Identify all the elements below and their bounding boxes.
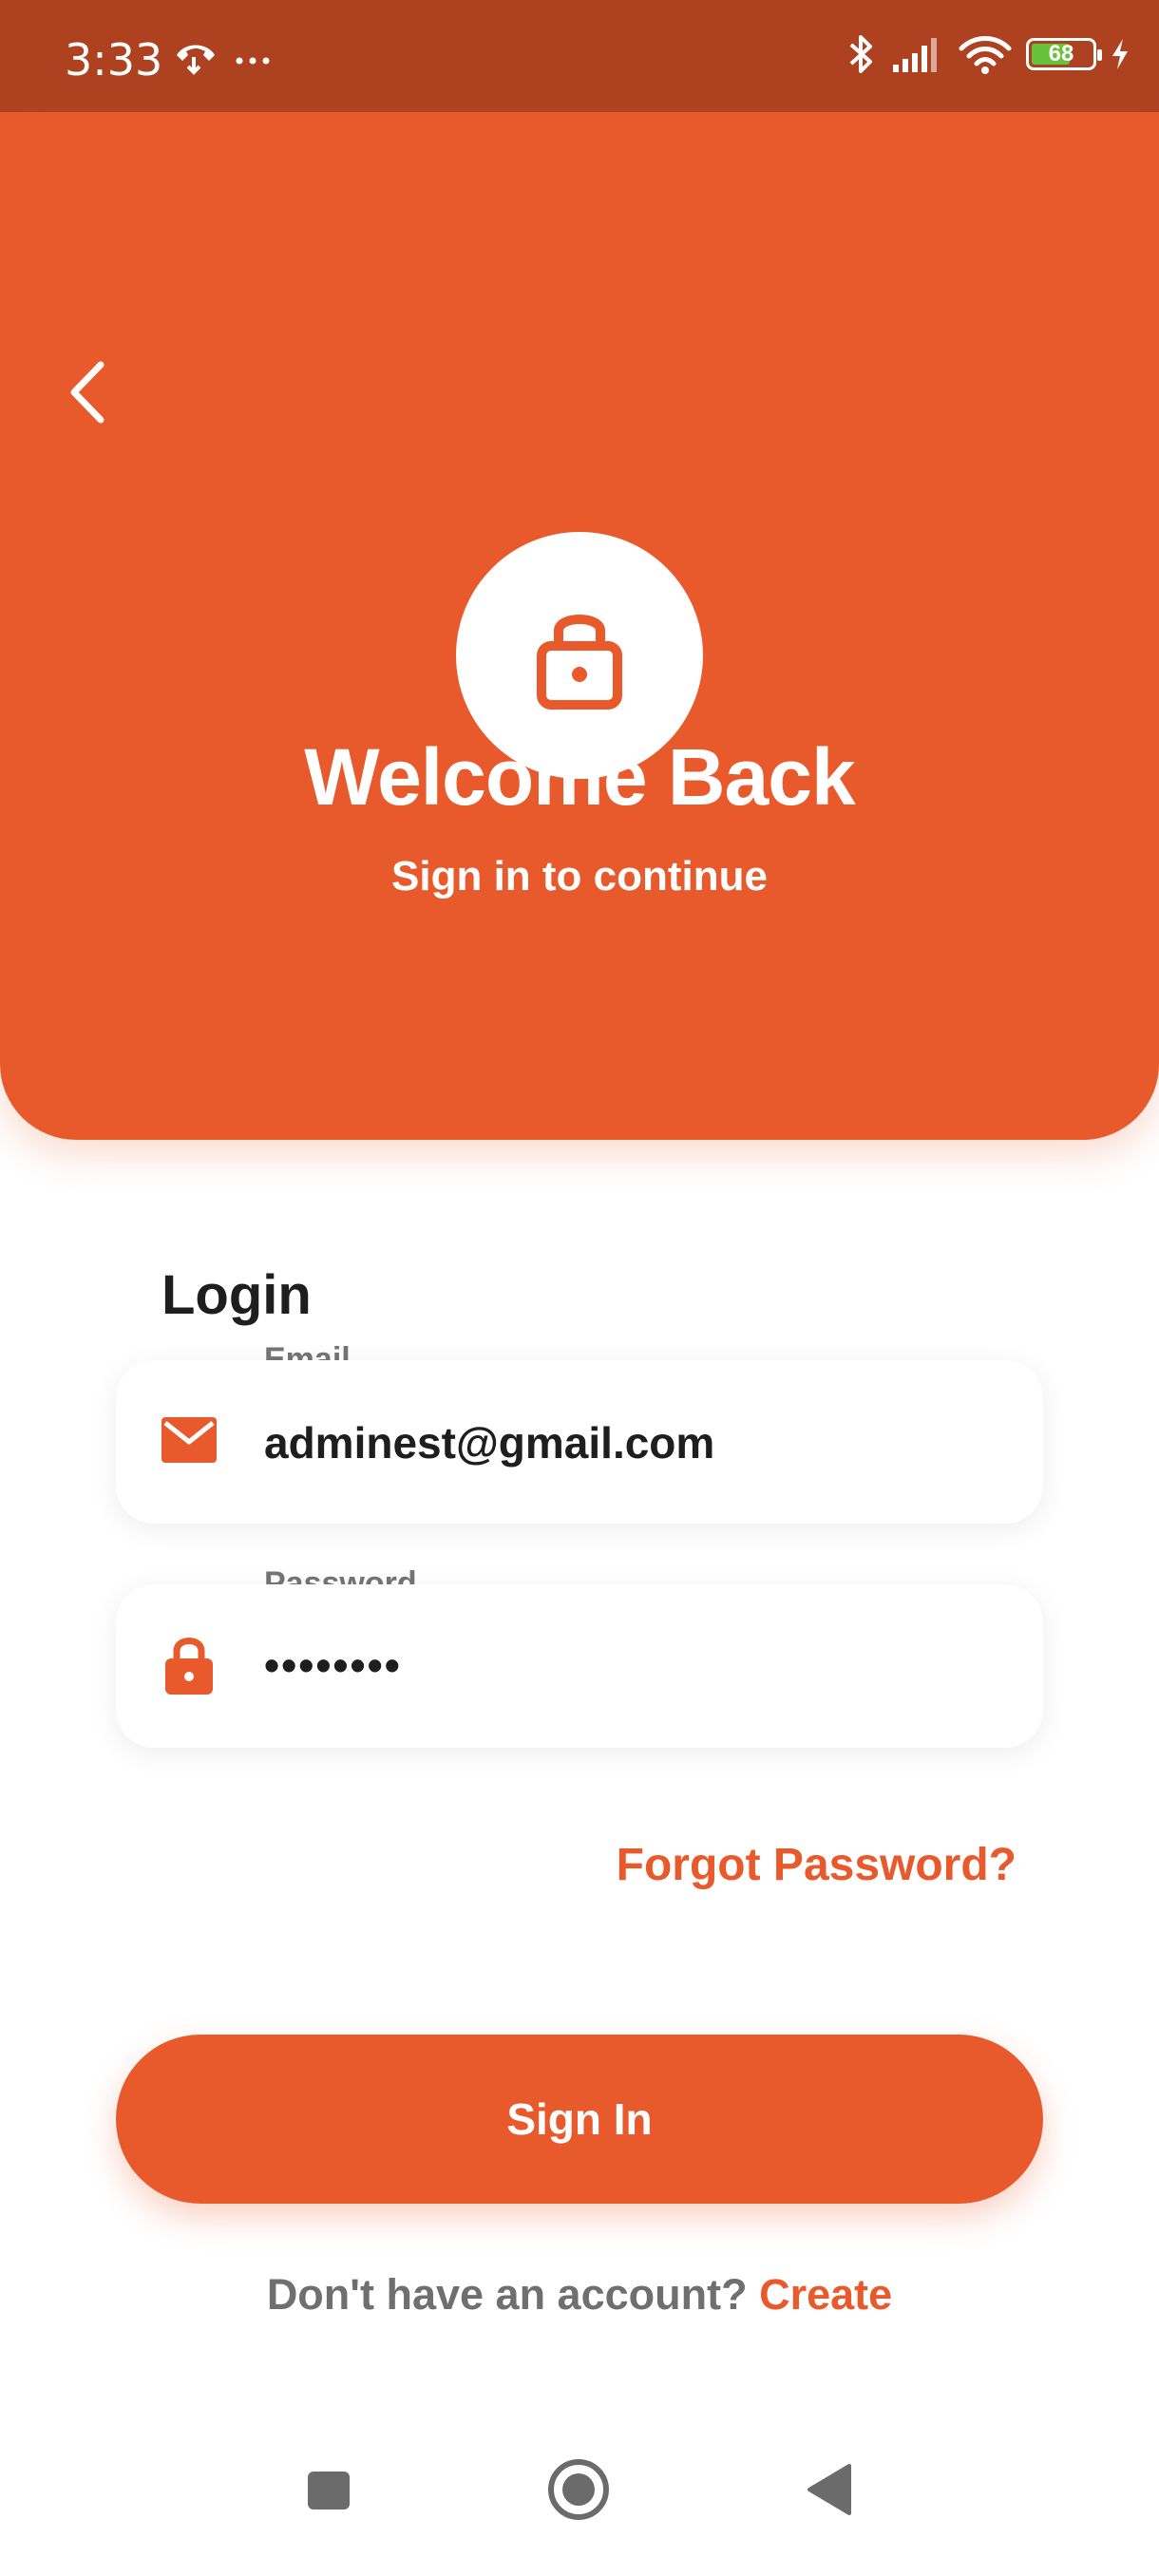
welcome-subtitle: Sign in to continue <box>391 853 768 900</box>
more-dots-icon <box>236 57 270 65</box>
triangle-back-icon <box>808 2464 851 2515</box>
status-time: 3:33 <box>65 34 163 85</box>
bluetooth-icon <box>849 35 872 73</box>
password-field[interactable]: •••••••• <box>116 1584 1043 1748</box>
status-left-icons <box>173 38 277 81</box>
home-button[interactable] <box>545 2456 612 2528</box>
create-account-link[interactable]: Create <box>759 2270 892 2319</box>
sign-in-button[interactable]: Sign In <box>116 2035 1043 2204</box>
mail-icon <box>160 1413 218 1471</box>
no-account-text: Don't have an account? <box>266 2270 748 2319</box>
forgot-password-link[interactable]: Forgot Password? <box>617 1839 1016 1891</box>
signal-icon <box>893 38 937 72</box>
wifi-icon <box>959 36 1012 74</box>
email-field[interactable]: adminest@gmail.com <box>116 1360 1043 1524</box>
welcome-title: Welcome Back <box>304 732 855 822</box>
recents-button[interactable] <box>304 2464 355 2520</box>
chevron-left-icon <box>70 361 104 424</box>
square-icon <box>308 2472 350 2510</box>
status-bar: 3:33 68 <box>0 0 1159 112</box>
password-lock-icon <box>163 1634 215 1701</box>
signup-prompt: Don't have an account? Create <box>0 2270 1159 2320</box>
battery-level: 68 <box>1048 41 1074 66</box>
battery-icon: 68 <box>1026 38 1102 70</box>
status-right-icons: 68 <box>846 32 1130 76</box>
email-input[interactable]: adminest@gmail.com <box>264 1417 714 1468</box>
password-input[interactable]: •••••••• <box>264 1639 402 1691</box>
back-button[interactable] <box>53 350 120 435</box>
header-panel <box>0 112 1159 1140</box>
lock-icon <box>537 615 622 710</box>
home-circle-icon <box>548 2459 609 2520</box>
back-nav-button[interactable] <box>804 2460 855 2524</box>
login-title: Login <box>162 1264 312 1326</box>
charging-icon <box>1112 39 1128 69</box>
battery-nub <box>1097 49 1102 61</box>
system-nav-bar <box>0 2432 1159 2565</box>
